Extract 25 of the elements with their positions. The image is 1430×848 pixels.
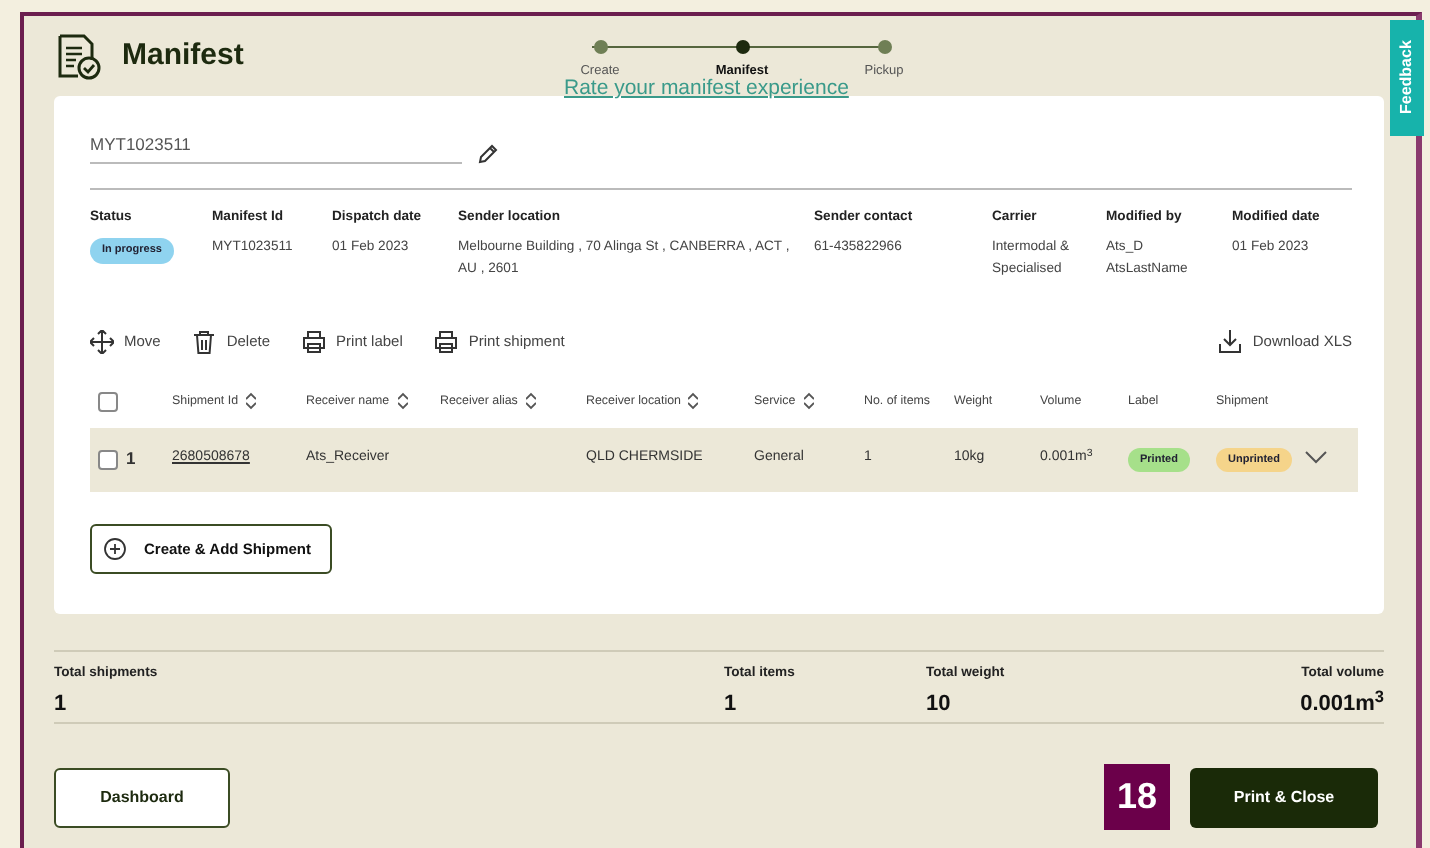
total-value: 1: [724, 690, 739, 721]
checkbox[interactable]: [98, 391, 118, 412]
count-badge: 18: [1104, 764, 1170, 830]
move-icon: [90, 329, 114, 354]
row-checkbox[interactable]: [98, 449, 118, 470]
page-title: Manifest: [122, 35, 244, 76]
printer-icon: [434, 329, 459, 354]
print-close-button[interactable]: Print & Close: [1190, 767, 1378, 827]
total-value: 0.001m$^{3}$: [1300, 688, 1384, 721]
total-value: 1: [54, 690, 69, 721]
dashboard-button[interactable]: Dashboard: [54, 767, 230, 827]
download-icon: [1218, 329, 1243, 354]
add-icon: [104, 537, 126, 560]
printer-icon: [302, 329, 327, 354]
row-number: 1: [126, 448, 136, 469]
manifest-icon: [54, 32, 102, 80]
edit-icon: [478, 143, 498, 164]
sort-icon: [525, 391, 536, 410]
sort-icon: [803, 391, 814, 410]
sort-icon: [246, 391, 257, 410]
sort-icon: [688, 391, 699, 410]
total-value: 10: [926, 690, 953, 721]
sort-icon: [397, 391, 408, 410]
manifest-id-field[interactable]: MYT1023511: [90, 128, 462, 164]
trash-icon: [192, 329, 217, 354]
